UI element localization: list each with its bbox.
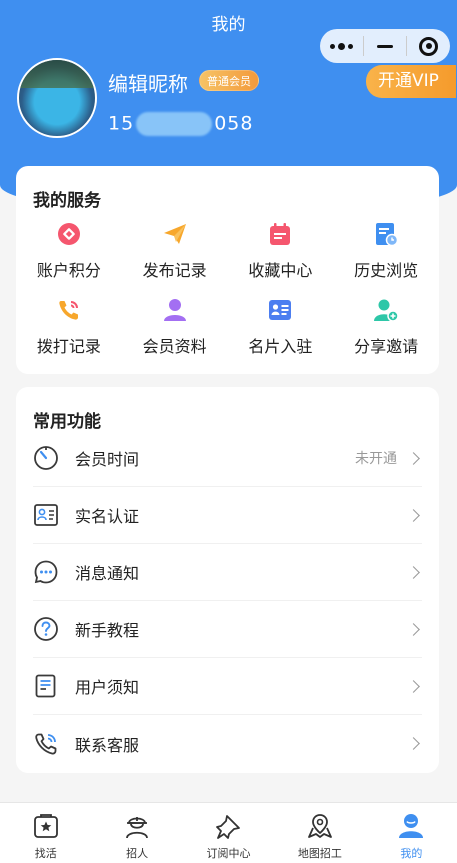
close-button[interactable] [407, 29, 450, 63]
tab-find-work[interactable]: 找活 [0, 803, 91, 863]
feature-label: 实名认证 [75, 507, 140, 526]
features-title: 常用功能 [33, 412, 101, 432]
member-badge: 普通会员 [199, 70, 259, 91]
chevron-right-icon [407, 451, 420, 465]
user-icon [162, 297, 188, 323]
minus-icon [377, 44, 393, 48]
feature-label: 会员时间 [75, 450, 140, 469]
tab-subscription-center[interactable]: 订阅中心 [183, 803, 274, 863]
calendar-icon [267, 221, 293, 247]
id-card-icon [33, 502, 59, 528]
business-card-icon [267, 297, 293, 323]
minimize-button[interactable] [364, 29, 407, 63]
service-label: 分享邀请 [354, 337, 419, 356]
chevron-right-icon [407, 565, 420, 579]
chevron-right-icon [407, 622, 420, 636]
feature-label: 用户须知 [75, 678, 140, 697]
target-icon [419, 36, 439, 56]
my-services-card: 我的服务 账户积分 发布记录 收藏中心 历史浏览 拨打记录 会员资料 名片入驻 … [16, 166, 439, 374]
common-features-card: 常用功能 会员时间 未开通 实名认证 消息通知 新手教程 用户须知 联系客服 [16, 387, 439, 773]
more-menu-button[interactable] [320, 29, 363, 63]
service-call-records[interactable]: 拨打记录 [16, 297, 122, 357]
help-icon [33, 616, 59, 642]
service-label: 收藏中心 [248, 261, 313, 280]
star-box-icon [32, 812, 60, 840]
feature-row-tutorial[interactable]: 新手教程 [33, 601, 422, 658]
chevron-right-icon [407, 508, 420, 522]
service-business-card[interactable]: 名片入驻 [228, 297, 334, 357]
feature-row-user-notice[interactable]: 用户须知 [33, 658, 422, 715]
phone-mask [136, 112, 213, 136]
tab-label: 找活 [34, 847, 57, 860]
service-label: 拨打记录 [36, 337, 101, 356]
feature-value: 未开通 [355, 451, 397, 467]
avatar[interactable] [17, 58, 97, 138]
phone-number: 15 058 [108, 112, 253, 136]
tab-label: 地图招工 [297, 847, 342, 860]
pin-icon [215, 812, 243, 840]
feature-row-notifications[interactable]: 消息通知 [33, 544, 422, 601]
phone-prefix: 15 [108, 112, 135, 135]
tab-label: 招人 [126, 847, 149, 860]
more-dots-icon [329, 42, 353, 50]
service-favorites[interactable]: 收藏中心 [228, 221, 334, 281]
feature-row-customer-service[interactable]: 联系客服 [33, 715, 422, 772]
phone-suffix: 058 [214, 112, 254, 135]
feature-label: 新手教程 [75, 621, 140, 640]
service-share-invite[interactable]: 分享邀请 [333, 297, 439, 357]
coin-icon [56, 221, 82, 247]
paper-plane-icon [162, 221, 188, 247]
tab-mine[interactable]: 我的 [366, 803, 457, 863]
service-label: 名片入驻 [248, 337, 313, 356]
chevron-right-icon [407, 679, 420, 693]
map-icon [306, 812, 334, 840]
tab-map-recruit[interactable]: 地图招工 [274, 803, 365, 863]
services-grid: 账户积分 发布记录 收藏中心 历史浏览 拨打记录 会员资料 名片入驻 分享邀请 [16, 221, 439, 357]
service-label: 历史浏览 [354, 261, 419, 280]
tab-recruit[interactable]: 招人 [91, 803, 182, 863]
chevron-right-icon [407, 737, 420, 750]
service-account-points[interactable]: 账户积分 [16, 221, 122, 281]
service-member-profile[interactable]: 会员资料 [122, 297, 228, 357]
feature-label: 消息通知 [75, 564, 140, 583]
profile-icon [397, 812, 425, 840]
service-publish-records[interactable]: 发布记录 [122, 221, 228, 281]
phone-call-icon [56, 297, 82, 323]
mini-program-capsule [320, 29, 450, 63]
tab-label: 我的 [400, 847, 423, 860]
document-icon [33, 673, 59, 699]
nickname[interactable]: 编辑昵称 [108, 68, 188, 97]
service-label: 发布记录 [142, 261, 207, 280]
history-doc-icon [373, 221, 399, 247]
feature-row-real-name[interactable]: 实名认证 [33, 487, 422, 544]
phone-icon [33, 731, 59, 757]
feature-row-member-time[interactable]: 会员时间 未开通 [33, 430, 422, 487]
add-user-icon [373, 297, 399, 323]
timer-icon [33, 445, 59, 471]
service-label: 账户积分 [36, 261, 101, 280]
message-icon [33, 559, 59, 585]
service-history[interactable]: 历史浏览 [333, 221, 439, 281]
service-label: 会员资料 [142, 337, 207, 356]
services-title: 我的服务 [33, 191, 101, 211]
tab-label: 订阅中心 [206, 847, 251, 860]
feature-label: 联系客服 [75, 735, 140, 755]
open-vip-button[interactable]: 开通VIP [366, 65, 456, 98]
bottom-tab-bar: 找活 招人 订阅中心 地图招工 我的 [0, 802, 457, 863]
worker-icon [123, 812, 151, 840]
